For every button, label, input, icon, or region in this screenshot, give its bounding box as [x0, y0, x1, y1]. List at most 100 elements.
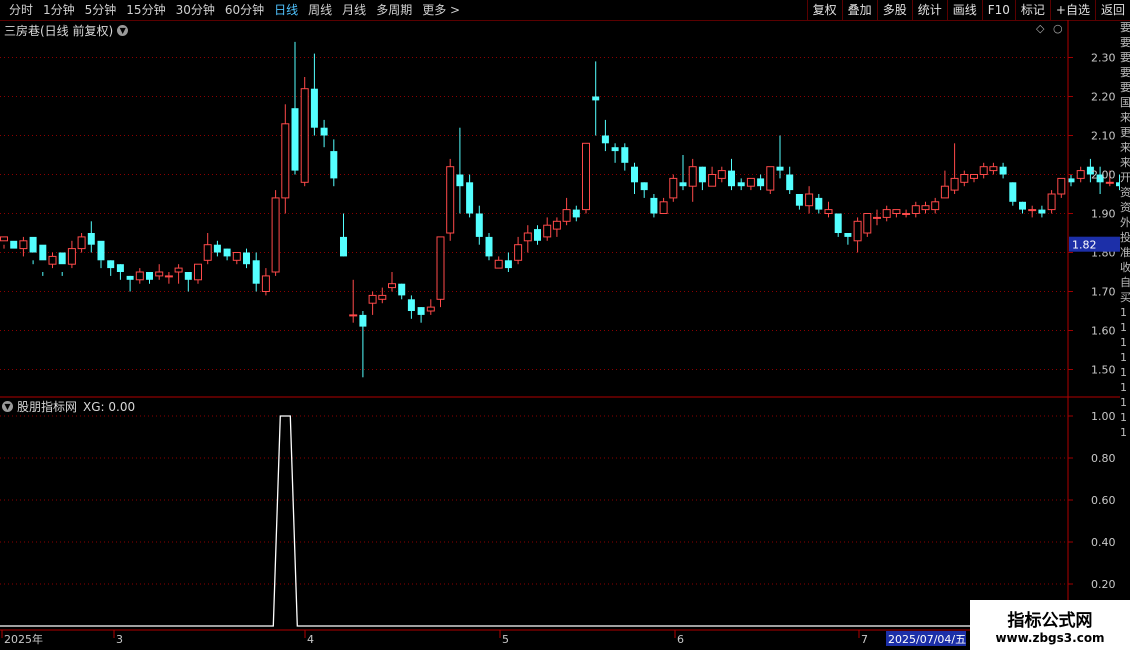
candle-body — [873, 216, 881, 219]
candle-body — [640, 182, 648, 191]
side-panel-strip: 要要要要要国来更来来开资资外投准收自买111111111 — [1120, 20, 1130, 630]
side-panel-char: 收 — [1120, 261, 1130, 274]
candle-body — [766, 166, 775, 191]
axes: 2.302.202.102.001.901.801.701.601.501.00… — [0, 20, 1120, 650]
period-tab-5[interactable]: 60分钟 — [220, 0, 269, 20]
price-tick-label: 2.00 — [1091, 169, 1116, 182]
candle-body — [223, 248, 231, 257]
candle-body — [795, 194, 803, 206]
price-tick-label: 1.50 — [1091, 364, 1116, 377]
toolbar-button-7[interactable]: +自选 — [1049, 0, 1095, 20]
toolbar-button-5[interactable]: F10 — [981, 0, 1015, 20]
toolbar-button-8[interactable]: 返回 — [1094, 0, 1130, 20]
candle-body — [398, 283, 406, 296]
candle-body — [116, 264, 124, 272]
candle-body — [310, 88, 318, 128]
candle-body — [514, 244, 523, 261]
side-panel-char: 1 — [1120, 321, 1127, 334]
side-panel-char: 自 — [1120, 276, 1130, 289]
candle-body — [271, 197, 280, 273]
candle-body — [592, 96, 600, 101]
toolbar-button-6[interactable]: 标记 — [1014, 0, 1050, 20]
candle-body — [135, 271, 144, 281]
period-tab-10[interactable]: 更多 > — [417, 0, 465, 20]
candle-body — [494, 259, 503, 269]
indicator-tick-label: 0.40 — [1091, 536, 1116, 549]
side-panel-char: 外 — [1120, 216, 1130, 229]
watermark-title: 指标公式网 — [1007, 610, 1093, 631]
candle-body — [77, 236, 86, 250]
chart-canvas[interactable]: 2.302.202.102.001.901.801.701.601.501.00… — [0, 20, 1120, 650]
candle-body — [146, 272, 153, 280]
watermark-url: www.zbgs3.com — [995, 630, 1105, 645]
candle-body — [0, 236, 8, 242]
candle-body — [300, 88, 309, 183]
x-tick-label: 4 — [307, 633, 314, 646]
candle-body — [650, 197, 658, 214]
candle-body — [320, 127, 328, 136]
candle-body — [737, 182, 745, 187]
side-panel-char: 国 — [1120, 96, 1130, 109]
candle-body — [407, 299, 415, 311]
toolbar-button-2[interactable]: 多股 — [876, 0, 912, 20]
period-tab-3[interactable]: 15分钟 — [121, 0, 170, 20]
period-tab-9[interactable]: 多周期 — [371, 0, 417, 20]
watermark: 指标公式网 www.zbgs3.com — [970, 600, 1130, 650]
toolbar-button-4[interactable]: 画线 — [946, 0, 982, 20]
candle-body — [717, 170, 726, 179]
candle-body — [261, 275, 270, 292]
candle-body — [194, 263, 202, 281]
candle-body — [1038, 209, 1046, 214]
period-tab-8[interactable]: 月线 — [337, 0, 371, 20]
candle-body — [621, 147, 629, 163]
candle-body — [1047, 193, 1056, 211]
candle-body — [601, 135, 609, 144]
toolbar-button-1[interactable]: 叠加 — [841, 0, 877, 20]
candle-body — [552, 220, 561, 230]
period-tab-0[interactable]: 分时 — [4, 0, 38, 20]
candle-body — [252, 260, 260, 284]
toolbar-button-3[interactable]: 统计 — [911, 0, 947, 20]
side-panel-char: 1 — [1120, 366, 1127, 379]
candle-body — [446, 166, 455, 234]
side-panel-char: 准 — [1120, 246, 1130, 259]
side-panel-char: 1 — [1120, 381, 1127, 394]
candle-body — [466, 182, 474, 214]
candle-body — [426, 306, 435, 312]
candle-body — [844, 233, 852, 237]
period-tab-4[interactable]: 30分钟 — [171, 0, 220, 20]
period-tab-7[interactable]: 周线 — [303, 0, 337, 20]
candle-body — [1057, 177, 1066, 195]
candle-body — [746, 177, 755, 187]
candle-body — [863, 213, 872, 234]
candle-body — [126, 275, 134, 280]
candle-body — [87, 233, 95, 245]
toolbar-button-0[interactable]: 复权 — [806, 0, 842, 20]
x-tick-label: 6 — [677, 633, 684, 646]
candle-body — [475, 213, 483, 237]
period-toolbar: 分时 1分钟 5分钟 15分钟 30分钟 60分钟 日线 周线 月线 多周期 更多 > 复权 叠加 多股… — [0, 0, 1130, 21]
candle-body — [340, 236, 347, 257]
period-tab-2[interactable]: 5分钟 — [80, 0, 122, 20]
side-panel-char: 要 — [1120, 81, 1130, 94]
cursor-date-label: 2025/07/04/五 — [888, 633, 966, 646]
candle-body — [19, 240, 28, 250]
candle-body — [960, 174, 969, 183]
candle-body — [562, 209, 571, 222]
candle-body — [834, 213, 842, 233]
candle-body — [757, 178, 765, 187]
period-tab-6[interactable]: 日线 — [269, 0, 303, 20]
period-tab-1[interactable]: 1分钟 — [38, 0, 80, 20]
candle-body — [911, 205, 920, 214]
candle-body — [174, 267, 183, 273]
candle-body — [1019, 201, 1026, 210]
side-panel-char: 要 — [1120, 66, 1130, 79]
candle-body — [815, 197, 823, 210]
candle-body — [1067, 178, 1075, 183]
side-panel-char: 来 — [1120, 156, 1130, 169]
candle-body — [970, 174, 978, 179]
price-tick-label: 2.20 — [1091, 91, 1116, 104]
candle-body — [611, 147, 619, 152]
candle-body — [523, 232, 532, 242]
candle-body — [378, 294, 387, 300]
